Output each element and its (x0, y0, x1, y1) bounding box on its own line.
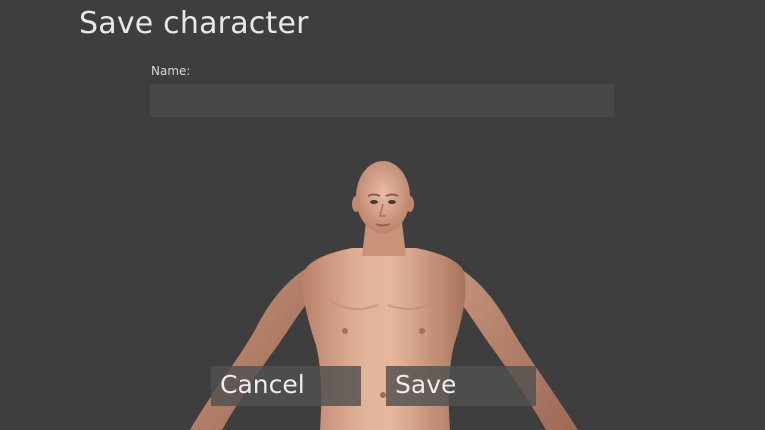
name-label: Name: (151, 64, 191, 78)
save-button[interactable]: Save (386, 366, 536, 406)
head (356, 161, 410, 233)
name-input[interactable] (150, 84, 614, 117)
character-preview (190, 161, 578, 430)
cancel-button[interactable]: Cancel (211, 366, 361, 406)
save-character-screen: Save character Name: Cancel Save (0, 0, 765, 430)
dialog-title: Save character (79, 6, 309, 41)
